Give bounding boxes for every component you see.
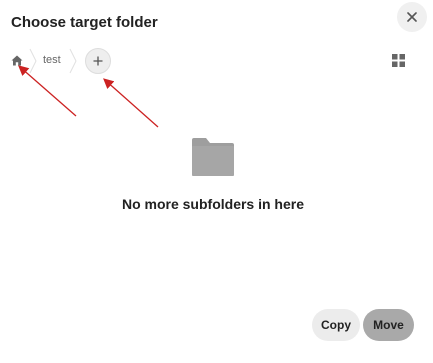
breadcrumb-item-test[interactable]: test [43,54,61,66]
breadcrumb-separator-icon [29,48,37,74]
close-icon [407,12,417,22]
annotation-arrow [18,65,77,117]
annotation-arrow [103,78,159,128]
new-folder-button[interactable] [85,48,111,74]
close-button[interactable] [397,2,427,32]
choose-folder-dialog: Choose target folder test No more subfol… [0,0,433,363]
dialog-title: Choose target folder [11,14,158,31]
grid-view-icon[interactable] [392,54,405,67]
folder-icon [192,138,234,176]
home-icon [11,55,23,65]
empty-state-message: No more subfolders in here [121,196,305,212]
breadcrumb: test [0,48,200,74]
move-button[interactable]: Move [363,309,414,341]
breadcrumb-separator-icon [69,48,77,74]
copy-button[interactable]: Copy [312,309,360,341]
plus-icon [93,56,103,66]
breadcrumb-home[interactable] [9,52,25,68]
